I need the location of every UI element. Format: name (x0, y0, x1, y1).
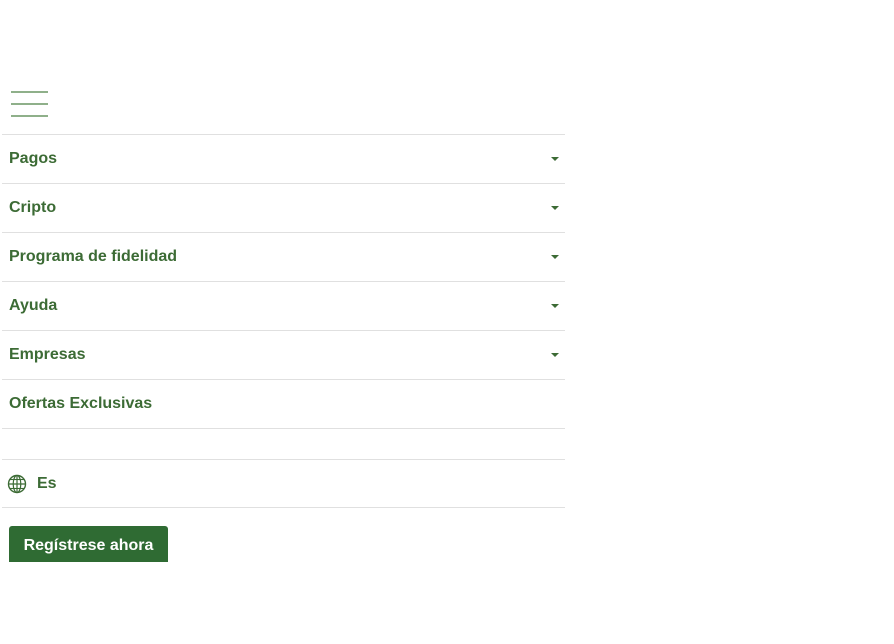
nav-item-label: Ayuda (9, 297, 58, 314)
nav-item-programa-de-fidelidad[interactable]: Programa de fidelidad (2, 233, 565, 282)
nav-item-label: Ofertas Exclusivas (9, 395, 153, 412)
nav-item-ofertas-exclusivas[interactable]: Ofertas Exclusivas (2, 380, 565, 429)
nav-item-label: Empresas (9, 346, 86, 363)
nav-list: Pagos Cripto Programa de fidelidad Ayuda… (2, 134, 565, 429)
register-now-button[interactable]: Regístrese ahora (9, 526, 168, 562)
nav-item-label: Cripto (9, 199, 57, 216)
language-label: Es (37, 474, 57, 492)
caret-down-icon (551, 157, 559, 161)
nav-item-pagos[interactable]: Pagos (2, 135, 565, 184)
caret-down-icon (551, 206, 559, 210)
globe-icon (7, 474, 27, 494)
nav-item-ayuda[interactable]: Ayuda (2, 282, 565, 331)
nav-item-label: Programa de fidelidad (9, 248, 178, 265)
nav-item-cripto[interactable]: Cripto (2, 184, 565, 233)
caret-down-icon (551, 353, 559, 357)
nav-item-label: Pagos (9, 150, 58, 167)
hamburger-menu-icon[interactable] (11, 90, 48, 118)
nav-item-empresas[interactable]: Empresas (2, 331, 565, 380)
caret-down-icon (551, 255, 559, 259)
mobile-nav-panel: Pagos Cripto Programa de fidelidad Ayuda… (0, 0, 566, 562)
caret-down-icon (551, 304, 559, 308)
language-selector[interactable]: Es (2, 459, 565, 508)
